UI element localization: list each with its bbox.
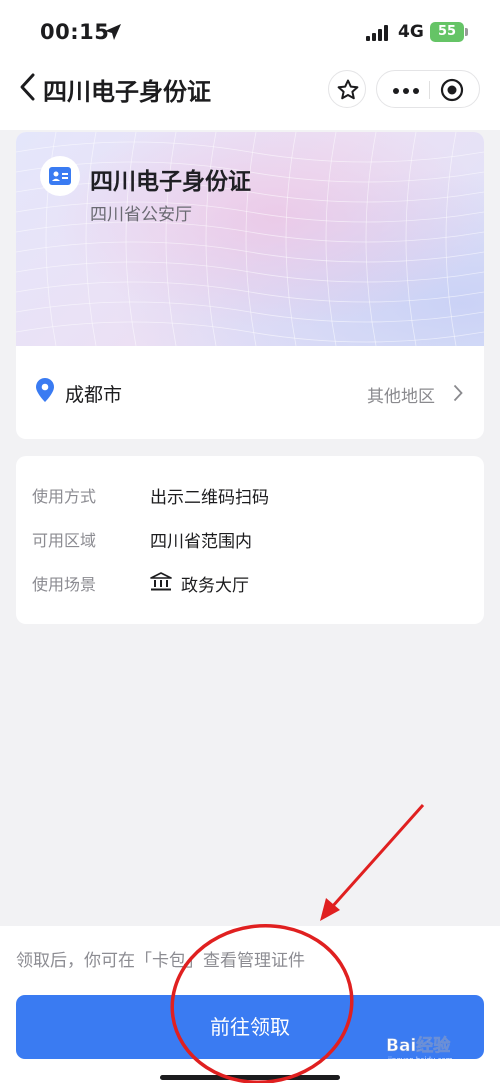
annotation-arrowhead-icon xyxy=(320,898,340,921)
baidu-watermark: Bai经验 jingyan.baidu.com xyxy=(386,1035,453,1064)
favorite-button[interactable] xyxy=(328,70,366,108)
network-label: 4G xyxy=(398,22,424,42)
claim-hint: 领取后，你可在「卡包」查看管理证件 xyxy=(16,951,305,971)
other-region-link[interactable]: 其他地区 xyxy=(367,382,435,407)
location-arrow-icon xyxy=(105,24,121,40)
government-building-icon xyxy=(150,572,172,591)
usage-info-card: 使用方式 出示二维码扫码 可用区域 四川省范围内 使用场景 政务大厅 xyxy=(16,456,484,624)
top-bar: 00:15 4G 55 四川电子身份证 xyxy=(0,0,500,130)
more-icon[interactable] xyxy=(393,88,419,94)
info-label: 可用区域 xyxy=(32,531,97,550)
info-label: 使用方式 xyxy=(32,487,97,506)
location-pin-icon xyxy=(36,378,54,402)
info-value: 政务大厅 xyxy=(181,576,249,596)
close-target-icon[interactable] xyxy=(440,78,464,102)
card-title: 四川电子身份证 xyxy=(90,169,251,195)
info-row-region: 可用区域 四川省范围内 xyxy=(32,527,472,557)
star-icon xyxy=(337,79,359,100)
annotation-arrow xyxy=(330,804,425,908)
battery-tip xyxy=(465,28,468,36)
mini-program-capsule xyxy=(376,70,480,108)
watermark-subtext: jingyan.baidu.com xyxy=(387,1056,453,1064)
signal-icon xyxy=(366,25,388,41)
info-value: 四川省范围内 xyxy=(150,532,252,552)
page-title: 四川电子身份证 xyxy=(43,78,211,106)
status-time: 00:15 xyxy=(40,20,110,44)
info-label: 使用场景 xyxy=(32,575,97,594)
battery-icon: 55 xyxy=(430,22,464,42)
info-row-scenario: 使用场景 政务大厅 xyxy=(32,571,472,601)
city-label: 成都市 xyxy=(65,384,123,406)
info-value: 出示二维码扫码 xyxy=(150,488,269,508)
home-indicator xyxy=(160,1075,340,1080)
card-hero: 四川电子身份证 四川省公安厅 xyxy=(16,132,484,346)
back-arrow-icon[interactable] xyxy=(18,72,38,102)
id-card-icon xyxy=(40,156,80,196)
watermark-text: Bai经验 xyxy=(386,1035,451,1056)
chevron-right-icon[interactable] xyxy=(453,384,463,402)
info-row-method: 使用方式 出示二维码扫码 xyxy=(32,483,472,513)
capsule-divider xyxy=(429,81,430,99)
card-issuer: 四川省公安厅 xyxy=(90,205,192,225)
id-card: 四川电子身份证 四川省公安厅 成都市 其他地区 xyxy=(16,132,484,439)
